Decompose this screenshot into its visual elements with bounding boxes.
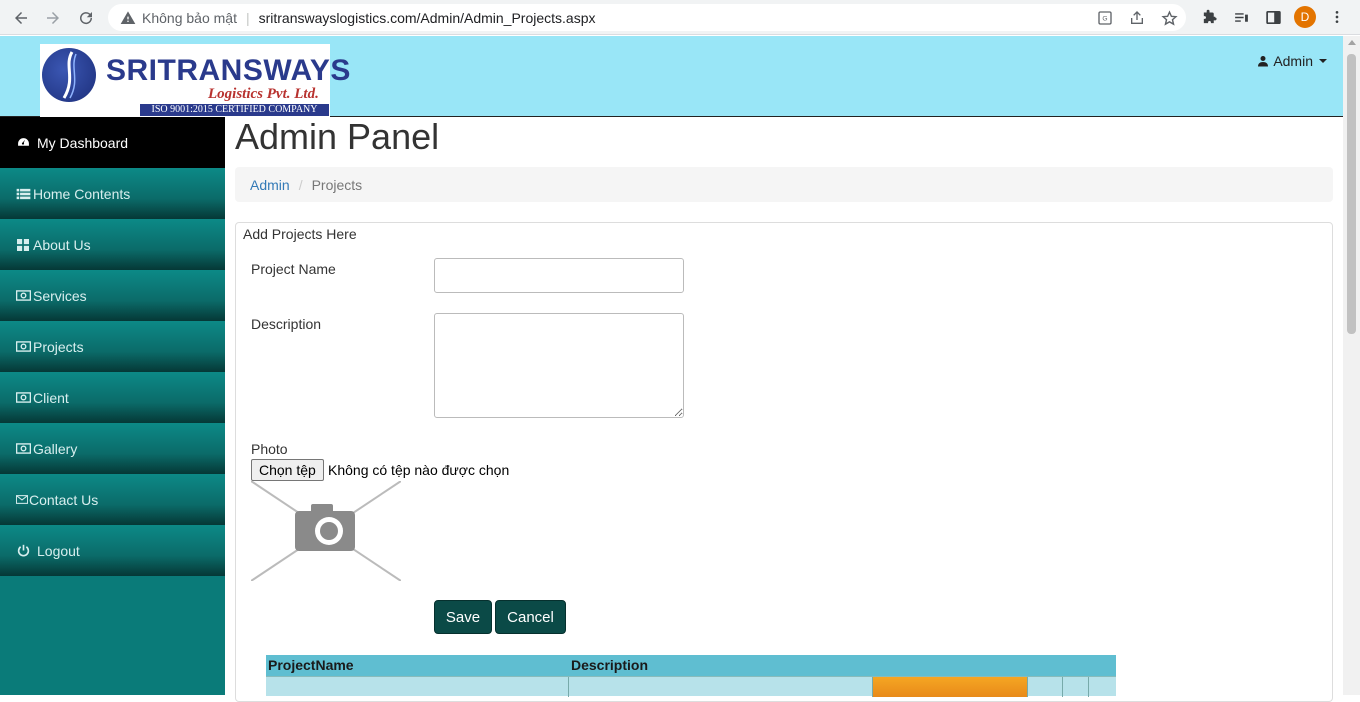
sidebar-item-client[interactable]: Client bbox=[0, 372, 225, 423]
main-content: Admin Panel Admin / Projects Add Project… bbox=[235, 116, 1333, 702]
breadcrumb: Admin / Projects bbox=[235, 167, 1333, 202]
page-title: Admin Panel bbox=[235, 116, 440, 157]
grid-header-description: Description bbox=[571, 657, 649, 673]
grid-cell[interactable] bbox=[1089, 677, 1116, 697]
choose-file-button[interactable]: Chọn tệp bbox=[251, 459, 324, 481]
fieldset-legend: Add Projects Here bbox=[243, 226, 357, 242]
money-icon bbox=[16, 391, 32, 405]
admin-dropdown[interactable]: Admin bbox=[1257, 53, 1327, 69]
grid-header-projectname: ProjectName bbox=[268, 657, 354, 673]
logo-brand: SRITRANSWAYS bbox=[106, 54, 351, 87]
company-logo[interactable]: SRITRANSWAYS Logistics Pvt. Ltd. ISO 900… bbox=[40, 44, 350, 117]
sidebar-item-dashboard[interactable]: My Dashboard bbox=[0, 117, 225, 168]
url-text[interactable]: sritranswayslogistics.com/Admin/Admin_Pr… bbox=[259, 10, 596, 26]
profile-avatar[interactable]: D bbox=[1294, 6, 1316, 28]
logo-globe bbox=[42, 48, 96, 102]
extensions-icon[interactable] bbox=[1198, 5, 1220, 29]
cancel-button[interactable]: Cancel bbox=[495, 600, 566, 634]
star-icon[interactable] bbox=[1160, 9, 1178, 27]
project-name-input[interactable] bbox=[434, 258, 684, 293]
sidebar-item-gallery[interactable]: Gallery bbox=[0, 423, 225, 474]
add-project-fieldset: Add Projects Here Project Name Descripti… bbox=[235, 222, 1333, 702]
breadcrumb-current: Projects bbox=[311, 176, 363, 193]
scrollbar-thumb[interactable] bbox=[1347, 54, 1356, 334]
share-icon[interactable] bbox=[1128, 9, 1146, 27]
grid-cell[interactable] bbox=[1028, 677, 1063, 697]
projects-grid: ProjectName Description bbox=[266, 655, 1116, 697]
dashboard-icon bbox=[16, 136, 32, 150]
address-bar[interactable]: Không bảo mật | sritranswayslogistics.co… bbox=[108, 4, 1186, 31]
sidebar: My Dashboard Home Contents About Us Serv… bbox=[0, 117, 225, 695]
camera-icon bbox=[250, 480, 402, 582]
sidebar-item-home-contents[interactable]: Home Contents bbox=[0, 168, 225, 219]
logo-tagline: Logistics Pvt. Ltd. bbox=[208, 86, 319, 102]
svg-text:G: G bbox=[1102, 16, 1107, 23]
page-scrollbar[interactable] bbox=[1343, 36, 1360, 695]
envelope-icon bbox=[16, 493, 28, 507]
table-row bbox=[266, 676, 1116, 697]
breadcrumb-separator: / bbox=[298, 176, 303, 193]
sidebar-item-label: Projects bbox=[33, 338, 84, 355]
breadcrumb-admin-link[interactable]: Admin bbox=[250, 177, 290, 193]
sidebar-item-logout[interactable]: Logout bbox=[0, 525, 225, 576]
sidebar-item-services[interactable]: Services bbox=[0, 270, 225, 321]
sidebar-item-label: Gallery bbox=[33, 440, 78, 457]
sidebar-item-projects[interactable]: Projects bbox=[0, 321, 225, 372]
photo-placeholder bbox=[250, 480, 402, 582]
grid-cell[interactable] bbox=[1063, 677, 1089, 697]
translate-icon[interactable]: G bbox=[1096, 9, 1114, 27]
divider: | bbox=[245, 9, 250, 26]
caret-down-icon bbox=[1319, 59, 1327, 63]
power-icon bbox=[17, 544, 30, 558]
site-header: SRITRANSWAYS Logistics Pvt. Ltd. ISO 900… bbox=[0, 36, 1343, 117]
sidebar-item-label: Services bbox=[33, 287, 87, 304]
project-thumbnail bbox=[873, 677, 1028, 697]
file-status-text: Không có tệp nào được chọn bbox=[328, 462, 510, 478]
grid-icon bbox=[16, 238, 32, 252]
list-icon bbox=[16, 187, 32, 201]
side-panel-icon[interactable] bbox=[1262, 5, 1284, 29]
browser-menu-icon[interactable] bbox=[1326, 5, 1348, 29]
description-label: Description bbox=[251, 316, 322, 332]
grid-cell bbox=[569, 677, 873, 697]
sidebar-item-about-us[interactable]: About Us bbox=[0, 219, 225, 270]
sidebar-item-label: About Us bbox=[33, 236, 91, 253]
photo-label: Photo bbox=[251, 441, 288, 457]
back-icon[interactable] bbox=[8, 5, 34, 31]
logo-iso: ISO 9001:2015 CERTIFIED COMPANY bbox=[140, 104, 329, 116]
grid-cell bbox=[266, 677, 569, 697]
warning-icon bbox=[120, 10, 136, 24]
project-name-label: Project Name bbox=[251, 261, 336, 277]
money-icon bbox=[16, 289, 32, 303]
sidebar-item-label: My Dashboard bbox=[37, 134, 129, 151]
sidebar-item-contact-us[interactable]: Contact Us bbox=[0, 474, 225, 525]
browser-toolbar: Không bảo mật | sritranswayslogistics.co… bbox=[0, 0, 1360, 35]
sidebar-item-label: Contact Us bbox=[29, 491, 99, 508]
grid-header: ProjectName Description bbox=[266, 655, 1116, 676]
reload-icon[interactable] bbox=[73, 5, 99, 31]
description-textarea[interactable] bbox=[434, 313, 684, 418]
money-icon bbox=[16, 442, 32, 456]
sidebar-item-label: Logout bbox=[37, 542, 80, 559]
security-label[interactable]: Không bảo mật bbox=[142, 10, 237, 26]
reading-list-icon[interactable] bbox=[1230, 5, 1252, 29]
forward-icon[interactable] bbox=[40, 5, 66, 31]
save-button[interactable]: Save bbox=[434, 600, 492, 634]
sidebar-item-label: Client bbox=[33, 389, 69, 406]
user-icon bbox=[1258, 56, 1269, 67]
money-icon bbox=[16, 340, 32, 354]
scroll-up-icon[interactable] bbox=[1348, 40, 1356, 45]
sidebar-item-label: Home Contents bbox=[33, 185, 131, 202]
admin-label: Admin bbox=[1273, 53, 1313, 69]
